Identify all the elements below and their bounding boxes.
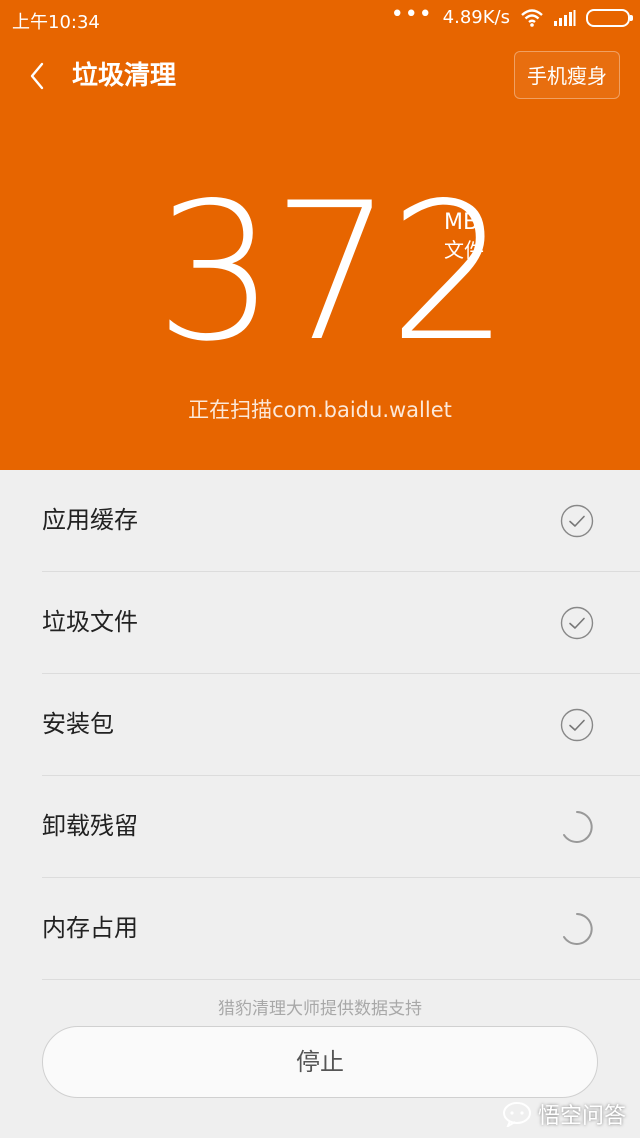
status-time: 上午10:34 (12, 12, 100, 33)
check-circle-icon (560, 504, 594, 538)
list-item-uninstall-residue[interactable]: 卸载残留 (42, 776, 640, 878)
check-circle-icon (560, 606, 594, 640)
network-speed: 4.89K/s (442, 7, 510, 28)
back-arrow-icon[interactable] (22, 58, 58, 94)
list-item-install-packages[interactable]: 安装包 (42, 674, 640, 776)
junk-size-value: 372 (155, 162, 510, 383)
chat-bubble-icon (502, 1102, 531, 1127)
page-title: 垃圾清理 (72, 61, 177, 91)
junk-size-unit: MB (444, 210, 479, 235)
data-credit-text: 猎豹清理大师提供数据支持 (218, 999, 422, 1019)
header: 上午10:34 ••• 4.89K/s 垃圾清理 手机瘦身 372 MB 文件 … (0, 0, 640, 470)
list-item-label: 安装包 (42, 710, 114, 738)
battery-icon (586, 8, 633, 27)
scan-status-text: 正在扫描com.baidu.wallet (188, 398, 452, 422)
list-item-label: 垃圾文件 (42, 608, 138, 636)
signal-icon (554, 9, 576, 26)
phone-slim-button[interactable]: 手机瘦身 (514, 51, 620, 99)
loading-spinner-icon (563, 913, 593, 945)
check-circle-icon (560, 708, 594, 742)
list-item-memory-usage[interactable]: 内存占用 (42, 878, 640, 980)
junk-size-label: 文件 (444, 238, 484, 262)
loading-spinner-icon (563, 811, 593, 843)
list-item-app-cache[interactable]: 应用缓存 (42, 470, 640, 572)
status-bar: 上午10:34 ••• 4.89K/s (0, 0, 640, 38)
wifi-icon (521, 8, 543, 27)
list-item-label: 内存占用 (42, 914, 138, 942)
list-item-label: 应用缓存 (42, 506, 138, 534)
status-right: ••• 4.89K/s (390, 1, 633, 28)
list-item-junk-files[interactable]: 垃圾文件 (42, 572, 640, 674)
list-item-label: 卸载残留 (42, 812, 138, 840)
watermark-text: 悟空问答 (537, 1104, 626, 1129)
more-dots-icon: ••• (390, 1, 433, 27)
stop-button[interactable]: 停止 (42, 1026, 598, 1098)
watermark: 悟空问答 (502, 1098, 626, 1130)
